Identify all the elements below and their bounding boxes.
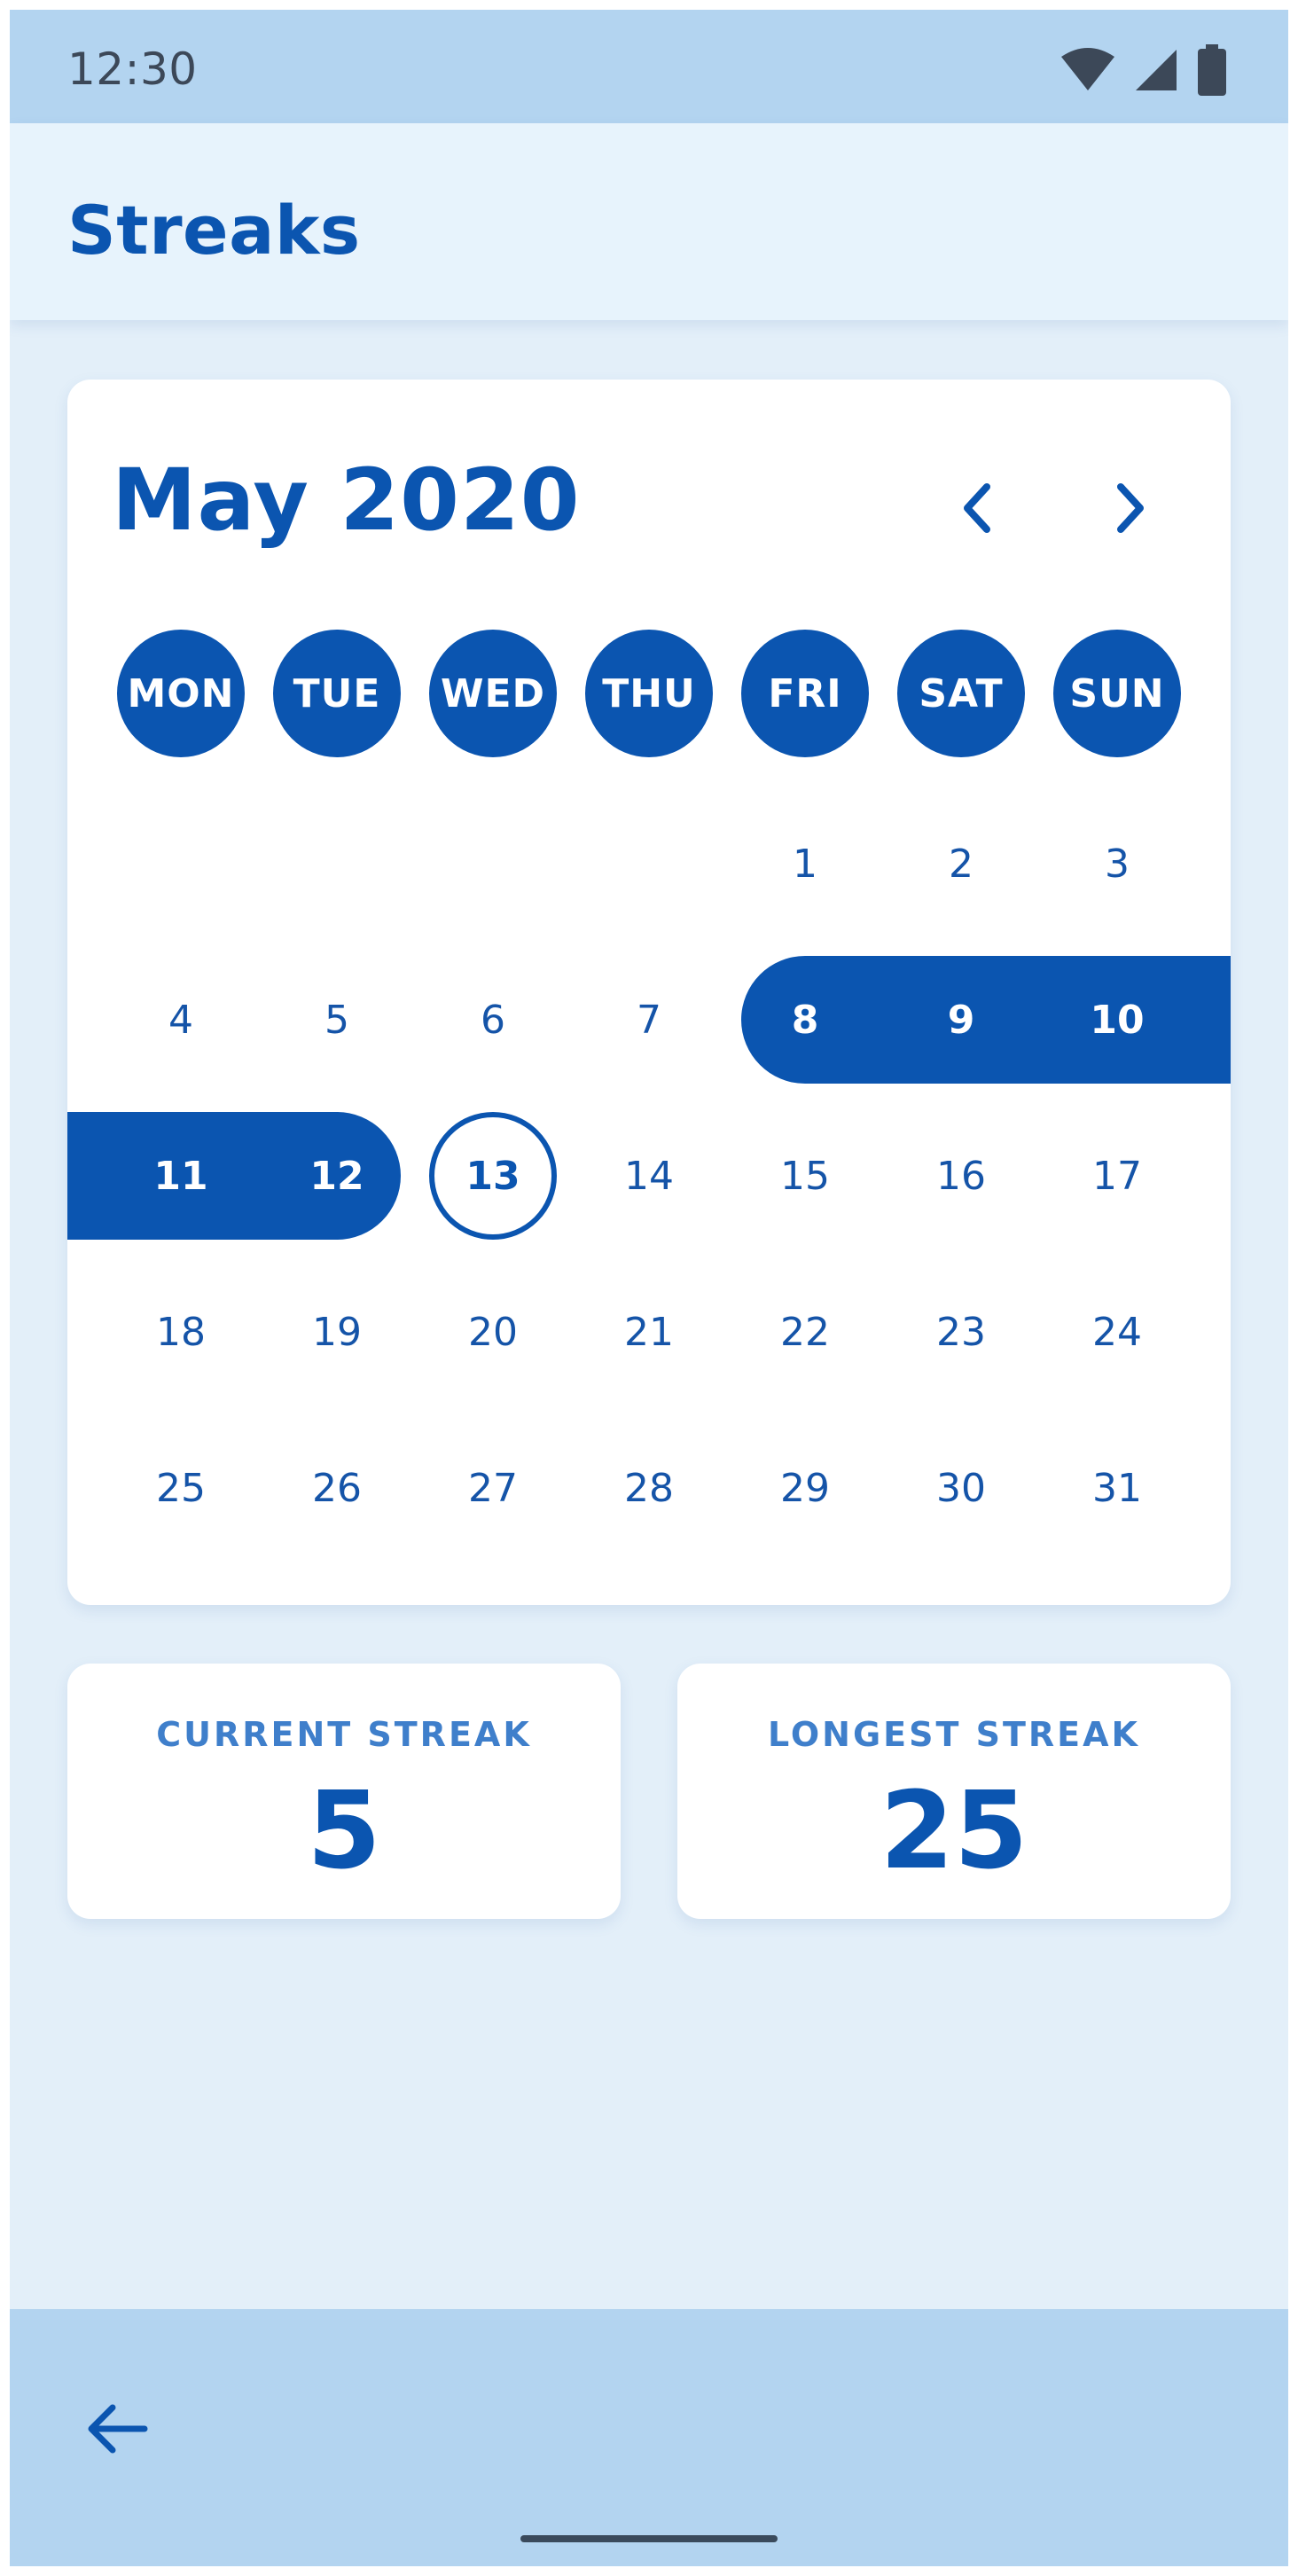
longest-streak-card: LONGEST STREAK 25 [677, 1664, 1231, 1919]
calendar-card: May 2020 MON TUE WED THU FRI SAT SUN 1 2 3 4 5 6 7 8 9 1… [67, 380, 1231, 1605]
status-time: 12:30 [67, 43, 198, 95]
calendar-day[interactable]: 21 [585, 1268, 713, 1396]
battery-icon [1196, 44, 1228, 99]
calendar-day[interactable]: 5 [273, 956, 401, 1084]
previous-month-button[interactable] [945, 477, 1007, 539]
calendar-day[interactable]: 30 [897, 1424, 1025, 1552]
weekday-sat: SAT [897, 630, 1025, 757]
current-streak-card: CURRENT STREAK 5 [67, 1664, 621, 1919]
calendar-day[interactable]: 24 [1053, 1268, 1181, 1396]
weekday-sun: SUN [1053, 630, 1181, 757]
phone-screen: 12:30 Streaks May 2020 MON TUE WED THU FRI SA… [10, 10, 1288, 2566]
calendar-day[interactable]: 7 [585, 956, 713, 1084]
calendar-day[interactable]: 14 [585, 1112, 713, 1240]
calendar-day[interactable]: 3 [1053, 800, 1181, 928]
calendar-day[interactable]: 6 [429, 956, 557, 1084]
longest-streak-value: 25 [880, 1770, 1028, 1893]
calendar-day[interactable]: 25 [117, 1424, 245, 1552]
calendar-day[interactable]: 18 [117, 1268, 245, 1396]
calendar-day[interactable]: 12 [273, 1112, 401, 1240]
home-indicator [520, 2535, 778, 2542]
calendar-day-today[interactable]: 13 [429, 1112, 557, 1240]
calendar-day[interactable]: 10 [1053, 956, 1181, 1084]
chevron-right-icon [1117, 483, 1144, 533]
bottom-bar [10, 2309, 1288, 2566]
calendar-day[interactable]: 19 [273, 1268, 401, 1396]
app-bar: Streaks [10, 123, 1288, 320]
calendar-day[interactable]: 17 [1053, 1112, 1181, 1240]
calendar-day[interactable]: 8 [741, 956, 869, 1084]
next-month-button[interactable] [1100, 477, 1162, 539]
chevron-left-icon [964, 483, 990, 533]
calendar-day[interactable]: 20 [429, 1268, 557, 1396]
weekday-wed: WED [429, 630, 557, 757]
calendar-day[interactable]: 29 [741, 1424, 869, 1552]
calendar-day[interactable]: 11 [117, 1112, 245, 1240]
arrow-back-icon [88, 2404, 148, 2454]
current-streak-label: CURRENT STREAK [156, 1715, 532, 1754]
calendar-day[interactable]: 15 [741, 1112, 869, 1240]
calendar-day[interactable]: 16 [897, 1112, 1025, 1240]
calendar-day[interactable]: 9 [897, 956, 1025, 1084]
calendar-day[interactable]: 4 [117, 956, 245, 1084]
calendar-day[interactable]: 23 [897, 1268, 1025, 1396]
status-bar: 12:30 [10, 10, 1288, 123]
weekday-fri: FRI [741, 630, 869, 757]
weekday-mon: MON [117, 630, 245, 757]
weekday-tue: TUE [273, 630, 401, 757]
calendar-day[interactable]: 1 [741, 800, 869, 928]
longest-streak-label: LONGEST STREAK [768, 1715, 1140, 1754]
calendar-day[interactable]: 26 [273, 1424, 401, 1552]
signal-icon [1134, 48, 1178, 96]
current-streak-value: 5 [307, 1770, 381, 1893]
calendar-day[interactable]: 22 [741, 1268, 869, 1396]
back-button[interactable] [76, 2389, 156, 2469]
status-icons [1060, 44, 1228, 99]
weekday-thu: THU [585, 630, 713, 757]
month-title: May 2020 [112, 450, 581, 550]
calendar-day[interactable]: 31 [1053, 1424, 1181, 1552]
calendar-day[interactable]: 2 [897, 800, 1025, 928]
calendar-day[interactable]: 27 [429, 1424, 557, 1552]
wifi-icon [1060, 48, 1116, 96]
calendar-day[interactable]: 28 [585, 1424, 713, 1552]
page-title: Streaks [67, 191, 361, 270]
